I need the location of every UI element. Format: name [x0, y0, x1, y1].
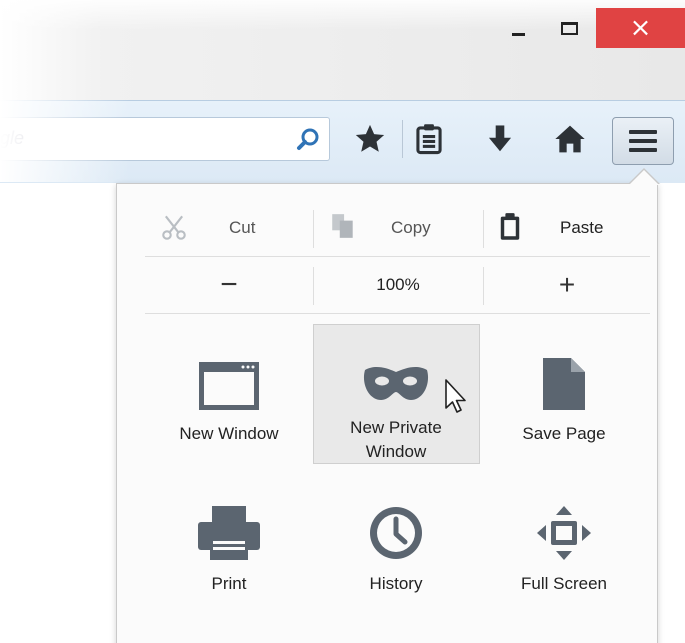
minus-icon: − — [220, 268, 238, 301]
panel-arrow-inner — [629, 170, 659, 185]
zoom-out-button[interactable]: − — [145, 257, 313, 313]
star-icon — [355, 124, 385, 152]
cut-label: Cut — [229, 218, 256, 237]
print-button[interactable]: Print — [146, 478, 312, 618]
cut-button[interactable]: Cut — [145, 200, 313, 256]
paste-button[interactable]: Paste — [484, 200, 650, 256]
close-icon: × — [629, 13, 652, 43]
zoom-in-button[interactable]: + — [484, 257, 650, 313]
copy-button[interactable]: Copy — [314, 200, 482, 256]
history-button[interactable]: History — [313, 478, 479, 618]
bookmark-star-button[interactable] — [350, 118, 390, 160]
history-label: History — [369, 574, 423, 593]
fullscreen-icon — [535, 492, 593, 562]
clock-icon — [367, 492, 425, 562]
edit-controls: Cut Copy Paste — [145, 200, 650, 256]
document-icon — [541, 342, 587, 412]
printer-icon — [196, 492, 262, 562]
copy-icon — [332, 214, 353, 238]
home-icon — [555, 125, 585, 153]
plus-icon: + — [558, 269, 576, 300]
download-icon — [488, 125, 512, 152]
menu-icon — [629, 130, 657, 152]
toolbar-separator — [402, 120, 403, 158]
open-menu-button[interactable] — [612, 117, 674, 165]
save-page-label: Save Page — [522, 424, 606, 443]
toolbar-fade — [0, 100, 130, 182]
reading-list-icon — [416, 124, 442, 155]
home-button[interactable] — [550, 118, 590, 160]
zoom-level: 100% — [376, 275, 420, 294]
clipboard-icon — [500, 213, 520, 240]
new-window-button[interactable]: New Window — [146, 324, 312, 464]
close-button[interactable]: × — [596, 8, 685, 48]
scissors-icon — [162, 215, 186, 240]
mask-icon — [361, 342, 431, 406]
full-screen-button[interactable]: Full Screen — [481, 478, 647, 618]
cursor-icon — [445, 379, 466, 413]
zoom-reset-button[interactable]: 100% — [314, 257, 482, 313]
new-private-window-label: New Private Window — [350, 418, 442, 461]
browser-window: × gle — [0, 0, 685, 643]
minimize-button[interactable] — [496, 8, 540, 48]
paste-label: Paste — [560, 218, 604, 237]
full-screen-label: Full Screen — [521, 574, 607, 593]
minimize-icon — [511, 32, 525, 36]
maximize-button[interactable] — [547, 8, 591, 48]
window-icon — [197, 342, 261, 412]
reading-list-button[interactable] — [409, 118, 449, 160]
copy-label: Copy — [391, 218, 431, 237]
search-icon[interactable] — [295, 126, 321, 152]
row-divider — [145, 313, 650, 314]
downloads-button[interactable] — [480, 118, 520, 160]
new-window-label: New Window — [179, 424, 279, 443]
save-page-button[interactable]: Save Page — [481, 324, 647, 464]
print-label: Print — [211, 574, 247, 593]
zoom-controls: − 100% + — [145, 257, 650, 313]
maximize-icon — [560, 21, 578, 35]
